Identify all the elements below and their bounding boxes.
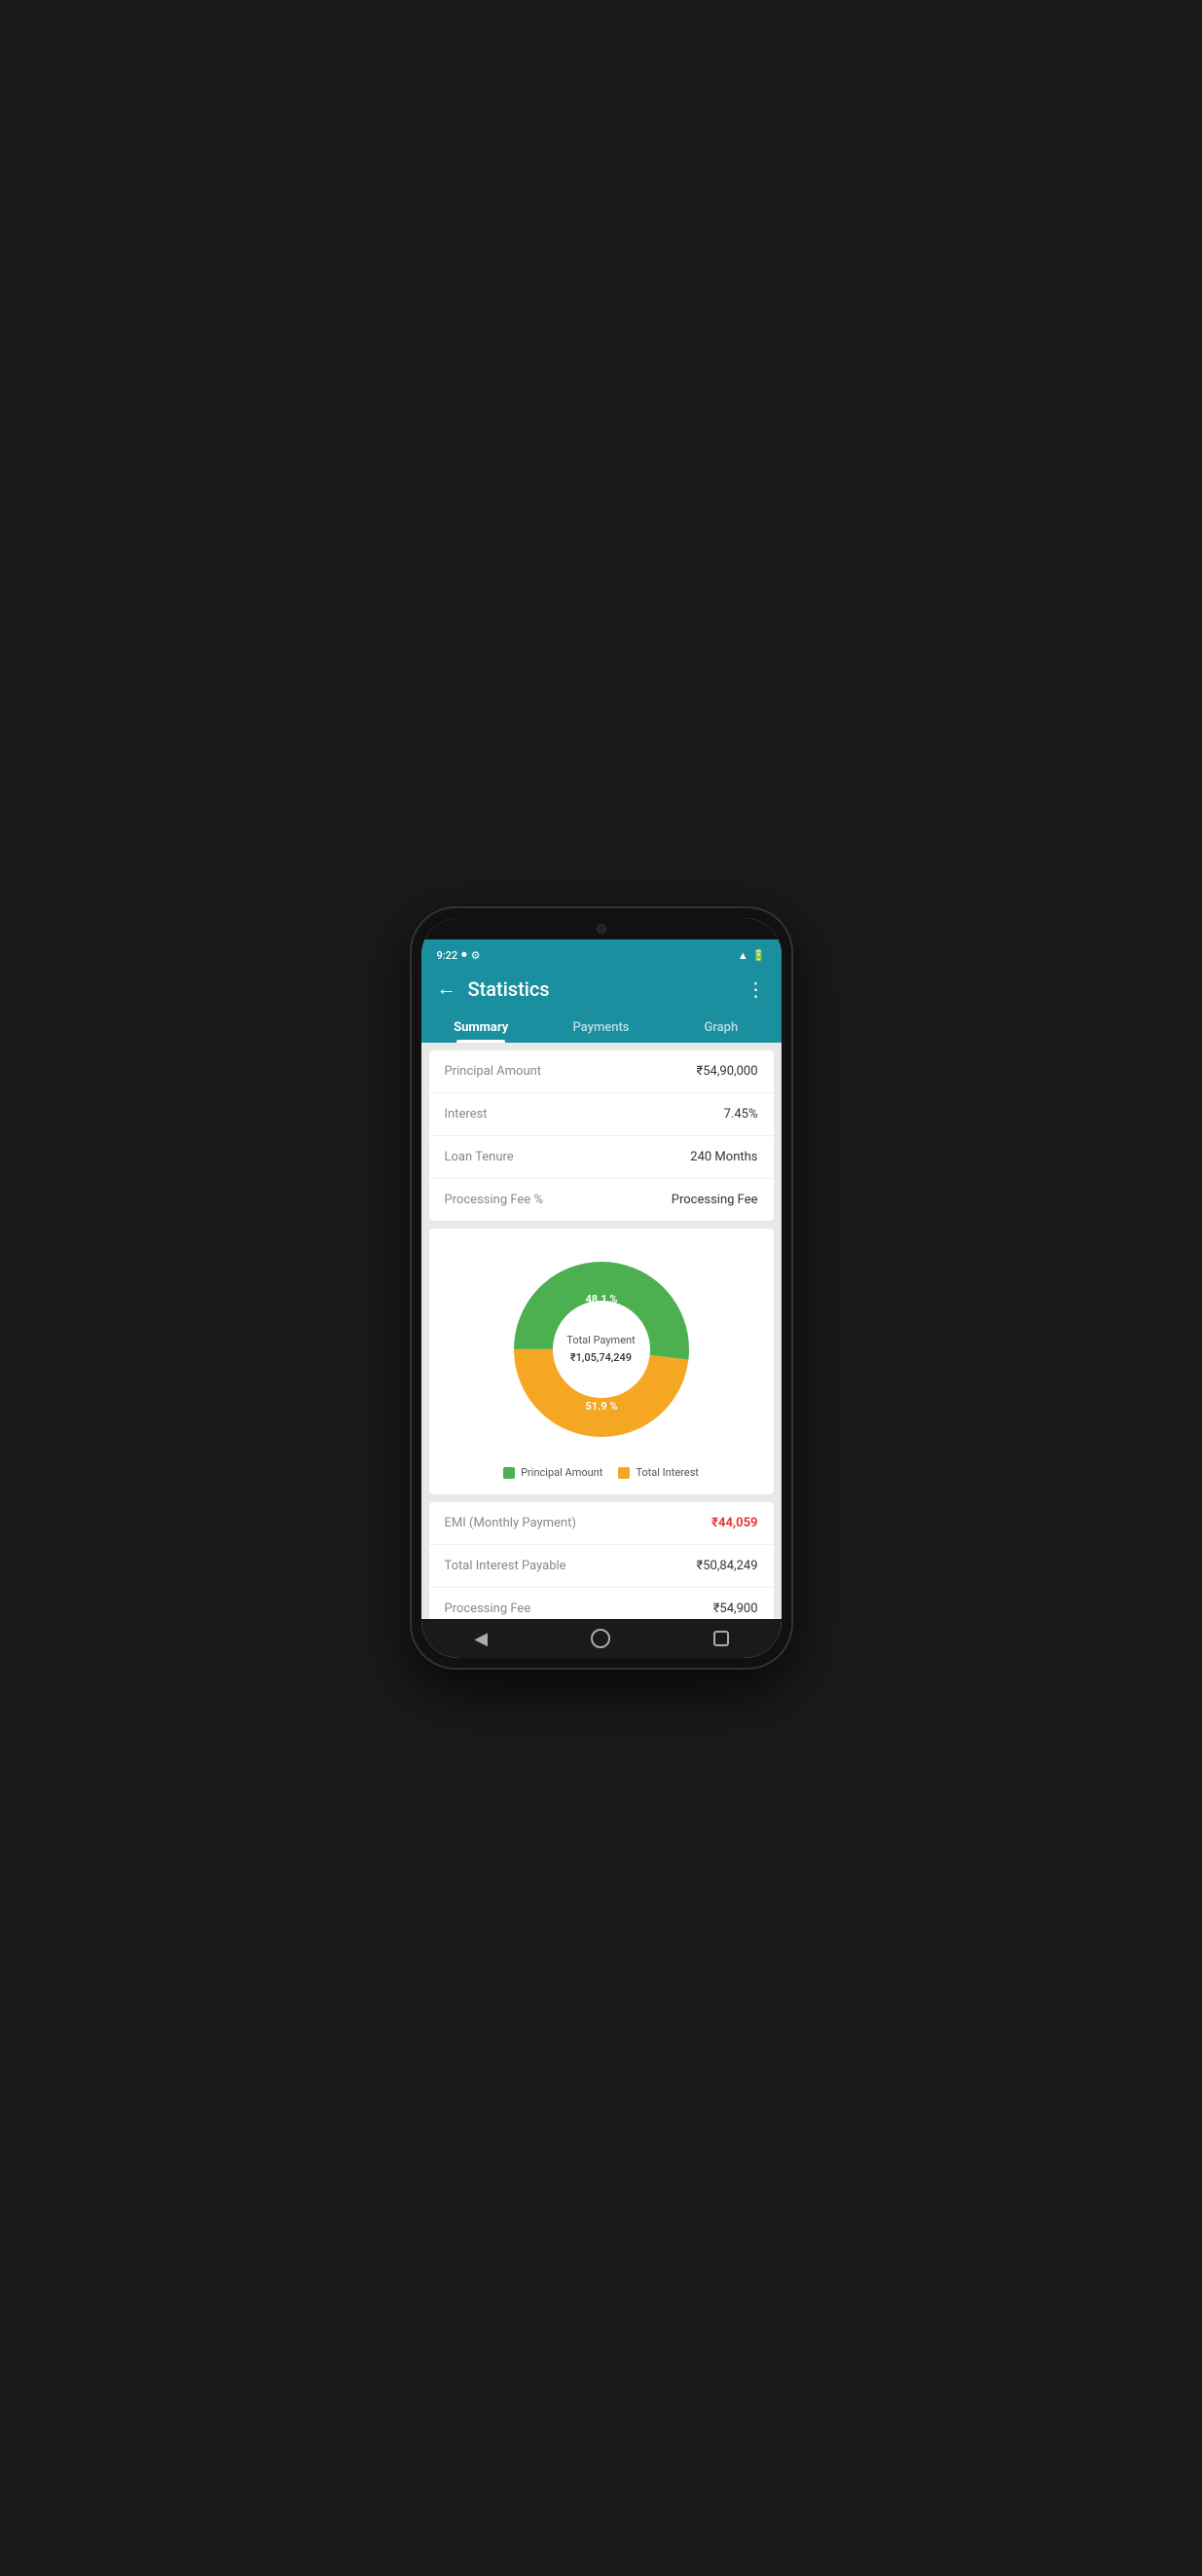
tab-bar: Summary Payments Graph [421, 1011, 782, 1043]
green-percent-label: 51.9 % [585, 1400, 617, 1413]
back-nav-button[interactable]: ◀ [467, 1625, 494, 1652]
content-area: Principal Amount ₹54,90,000 Interest 7.4… [421, 1043, 782, 1619]
bottom-nav: ◀ [421, 1619, 782, 1658]
interest-label: Interest [445, 1107, 488, 1122]
legend-interest: Total Interest [618, 1466, 699, 1479]
tab-graph[interactable]: Graph [661, 1011, 781, 1043]
back-button[interactable]: ← [437, 976, 456, 1001]
center-value: ₹1,05,74,249 [570, 1351, 632, 1364]
back-triangle-icon: ◀ [474, 1629, 488, 1649]
center-label: Total Payment [566, 1334, 635, 1346]
summary-info-card: Principal Amount ₹54,90,000 Interest 7.4… [429, 1050, 774, 1221]
status-right: ▲ 🔋 [738, 949, 766, 962]
home-circle-icon [591, 1629, 610, 1648]
principal-label: Principal Amount [445, 1064, 542, 1079]
donut-center-text: Total Payment ₹1,05,74,249 [566, 1334, 635, 1365]
emi-row: EMI (Monthly Payment) ₹44,059 [429, 1502, 774, 1545]
legend-interest-label: Total Interest [636, 1466, 699, 1479]
more-menu-button[interactable]: ⋮ [747, 977, 766, 1001]
recent-square-icon [713, 1631, 729, 1646]
interest-row: Interest 7.45% [429, 1093, 774, 1136]
donut-chart: 48.1 % 51.9 % Total Payment ₹1,05,74,249 [504, 1252, 699, 1447]
legend-principal-label: Principal Amount [521, 1466, 602, 1479]
proc-fee-label: Processing Fee [445, 1601, 531, 1616]
tenure-value: 240 Months [690, 1150, 757, 1164]
status-bar: 9:22 ⏺ ⚙ ▲ 🔋 [421, 939, 782, 967]
recent-nav-button[interactable] [708, 1625, 735, 1652]
status-left: 9:22 ⏺ ⚙ [437, 948, 481, 962]
principal-value: ₹54,90,000 [697, 1064, 758, 1079]
legend-interest-dot [618, 1467, 630, 1479]
phone-screen: 9:22 ⏺ ⚙ ▲ 🔋 ← Statistics ⋮ Summary Paym… [421, 918, 782, 1658]
total-interest-value: ₹50,84,249 [697, 1559, 758, 1573]
tenure-row: Loan Tenure 240 Months [429, 1136, 774, 1179]
page-title: Statistics [468, 977, 550, 1001]
app-header: ← Statistics ⋮ [421, 967, 782, 1011]
header-left: ← Statistics [437, 976, 550, 1001]
total-interest-row: Total Interest Payable ₹50,84,249 [429, 1545, 774, 1588]
proc-fee-value: ₹54,900 [713, 1601, 758, 1616]
chart-card: 48.1 % 51.9 % Total Payment ₹1,05,74,249… [429, 1229, 774, 1494]
legend-principal: Principal Amount [503, 1466, 602, 1479]
phone-frame: 9:22 ⏺ ⚙ ▲ 🔋 ← Statistics ⋮ Summary Paym… [412, 908, 791, 1668]
signal-icon: ▲ [738, 949, 748, 962]
camera-bar [421, 918, 782, 939]
camera-dot [597, 924, 606, 934]
processing-fee-label: Processing Fee % [445, 1193, 543, 1207]
record-icon: ⏺ [461, 948, 467, 962]
tab-summary[interactable]: Summary [421, 1011, 541, 1043]
orange-percent-label: 48.1 % [585, 1293, 617, 1306]
settings-icon: ⚙ [471, 949, 481, 962]
battery-icon: 🔋 [752, 949, 766, 962]
processing-fee-value: Processing Fee [672, 1193, 758, 1207]
payment-summary-card: EMI (Monthly Payment) ₹44,059 Total Inte… [429, 1502, 774, 1619]
tab-payments[interactable]: Payments [541, 1011, 661, 1043]
total-interest-label: Total Interest Payable [445, 1559, 566, 1573]
proc-fee-row: Processing Fee ₹54,900 [429, 1588, 774, 1619]
emi-label: EMI (Monthly Payment) [445, 1516, 576, 1530]
legend-principal-dot [503, 1467, 515, 1479]
emi-value: ₹44,059 [711, 1516, 757, 1530]
chart-legend: Principal Amount Total Interest [503, 1466, 699, 1479]
home-nav-button[interactable] [587, 1625, 614, 1652]
time-display: 9:22 [437, 949, 458, 962]
interest-value: 7.45% [724, 1107, 758, 1122]
principal-amount-row: Principal Amount ₹54,90,000 [429, 1050, 774, 1093]
processing-fee-row: Processing Fee % Processing Fee [429, 1179, 774, 1221]
tenure-label: Loan Tenure [445, 1150, 514, 1164]
